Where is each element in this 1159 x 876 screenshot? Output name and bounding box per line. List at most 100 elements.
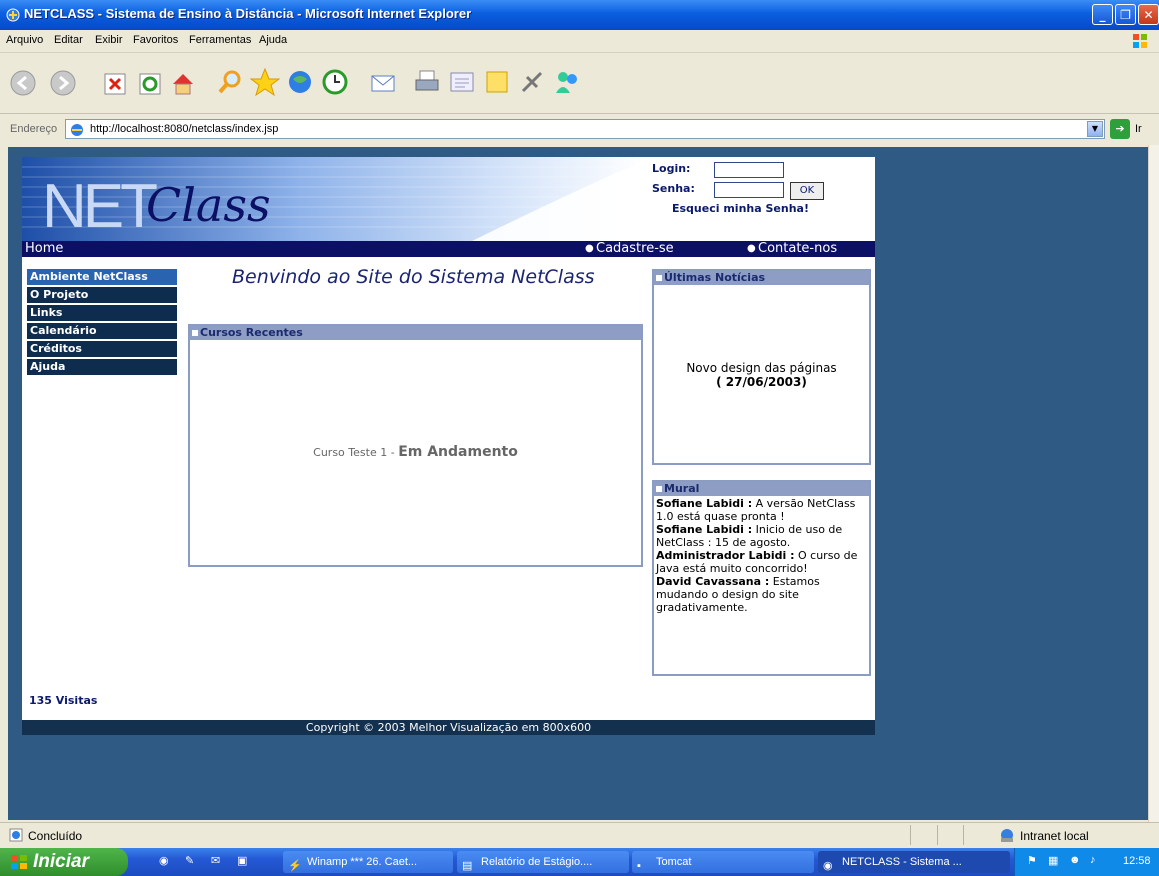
nav-cadastre-se[interactable]: Cadastre-se	[596, 241, 674, 257]
media-quicklaunch-icon[interactable]: ▣	[237, 854, 247, 867]
menu-ferramentas[interactable]: Ferramentas	[189, 34, 251, 46]
system-tray: ⚑ ▦ ☻ ♪ 12:58	[1014, 848, 1159, 876]
taskbar: Iniciar ◉ ✎ ✉ ▣ ⚡ Winamp *** 26. Caet... …	[0, 848, 1159, 876]
task-label: Tomcat	[656, 856, 692, 868]
windows-flag-icon	[1133, 34, 1147, 48]
network-tray-icon[interactable]: ⚑	[1027, 854, 1037, 867]
task-label: Winamp *** 26. Caet...	[307, 856, 418, 868]
sidebar-menu: Ambiente NetClass O Projeto Links Calend…	[27, 269, 177, 377]
clock[interactable]: 12:58	[1123, 855, 1151, 867]
history-icon[interactable]	[320, 67, 350, 97]
word-icon: ▤	[462, 860, 473, 872]
visit-counter: 135 Visitas	[29, 694, 98, 707]
ok-button[interactable]: OK	[790, 182, 824, 200]
login-form: Login: Senha: OK Esqueci minha Senha!	[652, 162, 824, 215]
menu-exibir[interactable]: Exibir	[95, 34, 123, 46]
status-divider	[937, 825, 938, 845]
messenger-icon[interactable]	[552, 67, 582, 97]
netclass-page: NET Class Login: Senha: OK Esqueci minha…	[22, 157, 875, 735]
favorites-icon[interactable]	[250, 67, 280, 97]
mural-post-author: Administrador Labidi :	[656, 549, 795, 562]
search-icon[interactable]	[215, 67, 245, 97]
sidebar-item-links[interactable]: Links	[27, 305, 177, 321]
back-icon[interactable]	[8, 68, 38, 98]
square-icon	[656, 486, 662, 492]
home-icon[interactable]	[168, 69, 198, 99]
mural-posts: Sofiane Labidi : A versão NetClass 1.0 e…	[654, 496, 869, 615]
news-item-date: ( 27/06/2003)	[716, 375, 807, 389]
vertical-scrollbar[interactable]	[1148, 145, 1159, 822]
nav-contate-nos[interactable]: Contate-nos	[758, 241, 837, 257]
recent-courses-title: Cursos Recentes	[200, 326, 303, 339]
task-tomcat[interactable]: ▪ Tomcat	[632, 851, 814, 873]
address-input[interactable]: http://localhost:8080/netclass/index.jsp…	[65, 119, 1105, 139]
window-title-bar[interactable]: NETCLASS - Sistema de Ensino à Distância…	[0, 0, 1159, 30]
nav-home[interactable]: Home	[25, 241, 63, 257]
forward-icon[interactable]	[48, 68, 78, 98]
mail-icon[interactable]	[368, 67, 398, 97]
menu-favoritos[interactable]: Favoritos	[133, 34, 178, 46]
menu-arquivo[interactable]: Arquivo	[6, 34, 43, 46]
news-item: Novo design das páginas ( 27/06/2003)	[654, 361, 869, 389]
window-title: NETCLASS - Sistema de Ensino à Distância…	[24, 6, 472, 21]
security-tray-icon[interactable]: ▦	[1048, 854, 1058, 867]
mural-post-author: Sofiane Labidi :	[656, 497, 753, 510]
address-dropdown-button[interactable]: ▼	[1087, 121, 1103, 137]
media-icon[interactable]	[285, 67, 315, 97]
messenger-tray-icon[interactable]: ☻	[1069, 854, 1081, 866]
sidebar-item-ajuda[interactable]: Ajuda	[27, 359, 177, 375]
go-button-label[interactable]: Ir	[1135, 123, 1142, 135]
sidebar-item-calendario[interactable]: Calendário	[27, 323, 177, 339]
ie-quicklaunch-icon[interactable]: ◉	[159, 854, 169, 867]
go-arrow-icon[interactable]: ➔	[1110, 119, 1130, 139]
sidebar-item-ambiente-netclass[interactable]: Ambiente NetClass	[27, 269, 177, 285]
page-icon	[71, 124, 83, 136]
minimize-button[interactable]: _	[1092, 4, 1113, 25]
menu-ajuda[interactable]: Ajuda	[259, 34, 287, 46]
stop-icon[interactable]	[100, 69, 130, 99]
close-button[interactable]: ✕	[1138, 4, 1159, 25]
refresh-icon[interactable]	[135, 69, 165, 99]
edit-icon[interactable]	[447, 67, 477, 97]
svg-text:Class: Class	[146, 178, 271, 232]
course-separator: -	[387, 446, 399, 459]
course-status: Em Andamento	[398, 444, 518, 460]
intranet-zone-icon	[1001, 829, 1013, 842]
zone-text: Intranet local	[1020, 829, 1089, 843]
start-button[interactable]: Iniciar	[0, 848, 128, 876]
sidebar-item-creditos[interactable]: Créditos	[27, 341, 177, 357]
task-word[interactable]: ▤ Relatório de Estágio....	[457, 851, 629, 873]
toolbar	[0, 53, 1159, 114]
mural-post: Sofiane Labidi : Inicio de uso de NetCla…	[656, 523, 867, 549]
mural-header: Mural	[654, 482, 869, 496]
site-nav-bar: Home ● Cadastre-se ● Contate-nos	[22, 241, 875, 257]
print-icon[interactable]	[412, 67, 442, 97]
console-icon: ▪	[637, 860, 641, 872]
task-netclass[interactable]: ◉ NETCLASS - Sistema ...	[818, 851, 1010, 873]
messenger-quicklaunch-icon[interactable]: ✉	[211, 854, 220, 867]
address-label: Endereço	[10, 123, 58, 135]
bullet-icon: ●	[747, 243, 756, 254]
volume-tray-icon[interactable]: ♪	[1090, 854, 1096, 866]
site-header: NET Class Login: Senha: OK Esqueci minha…	[22, 157, 875, 241]
discuss-icon[interactable]	[482, 67, 512, 97]
sidebar-item-o-projeto[interactable]: O Projeto	[27, 287, 177, 303]
menu-editar[interactable]: Editar	[54, 34, 83, 46]
square-icon	[656, 275, 662, 281]
restore-button[interactable]: ❐	[1115, 4, 1136, 25]
course-entry[interactable]: Curso Teste 1 - Em Andamento	[190, 444, 641, 460]
mural-post: Sofiane Labidi : A versão NetClass 1.0 e…	[656, 497, 867, 523]
mural-post-author: Sofiane Labidi :	[656, 523, 753, 536]
status-divider	[963, 825, 964, 845]
login-input[interactable]	[714, 162, 784, 178]
status-text: Concluído	[28, 829, 83, 843]
forgot-password-link[interactable]: Esqueci minha Senha!	[652, 202, 809, 215]
address-bar: Endereço http://localhost:8080/netclass/…	[0, 114, 1159, 144]
mural-post: David Cavassana : Estamos mudando o desi…	[656, 575, 867, 614]
task-label: NETCLASS - Sistema ...	[842, 856, 962, 868]
research-icon[interactable]	[517, 67, 547, 97]
recent-courses-panel: Cursos Recentes Curso Teste 1 - Em Andam…	[188, 324, 643, 567]
task-winamp[interactable]: ⚡ Winamp *** 26. Caet...	[283, 851, 453, 873]
network-quicklaunch-icon[interactable]: ✎	[185, 854, 194, 867]
senha-input[interactable]	[714, 182, 784, 198]
